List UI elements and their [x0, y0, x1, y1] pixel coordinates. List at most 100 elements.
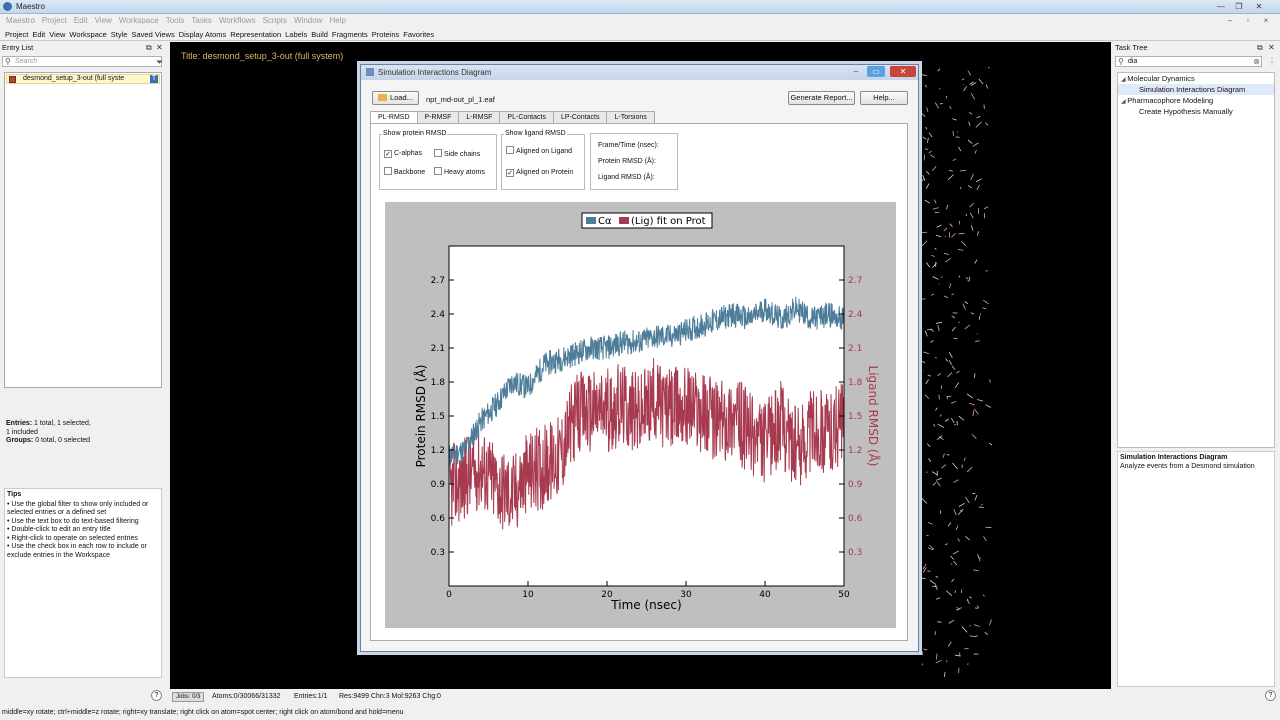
- entry-list[interactable]: desmond_setup_3-out (full syste T: [4, 72, 162, 388]
- tab-lp-contacts[interactable]: LP-Contacts: [552, 111, 608, 123]
- dialog-title-bar[interactable]: Simulation Interactions Diagram – ▭ ✕: [361, 65, 918, 80]
- tree-item-molecular-dynamics[interactable]: ◢ Molecular Dynamics: [1118, 73, 1274, 84]
- toolbar-menu-workspace[interactable]: Workspace: [69, 28, 110, 40]
- toolbar-menu-build[interactable]: Build: [311, 28, 332, 40]
- menu-project[interactable]: Project: [42, 15, 74, 27]
- clear-search-icon[interactable]: ⊗: [1253, 57, 1260, 67]
- bond-line: [966, 393, 973, 399]
- maximize-icon[interactable]: ▭: [867, 66, 885, 77]
- toolbar-menu-fragments[interactable]: Fragments: [332, 28, 372, 40]
- menu-scripts[interactable]: Scripts: [263, 15, 294, 27]
- bond-line: [928, 150, 932, 154]
- bond-line: [925, 148, 929, 151]
- close-icon[interactable]: ✕: [1268, 42, 1275, 54]
- bond-line: [925, 170, 930, 175]
- include-checkbox[interactable]: T: [150, 75, 158, 83]
- bond-line: [957, 508, 964, 515]
- tab-p-rmsf[interactable]: P-RMSF: [416, 111, 460, 123]
- aligned-on-protein-checkbox[interactable]: ✓ Aligned on Protein: [506, 168, 573, 177]
- minimize-icon[interactable]: –: [848, 66, 864, 77]
- menu-tools[interactable]: Tools: [166, 15, 192, 27]
- bond-line: [941, 464, 947, 469]
- close-icon[interactable]: ✕: [1252, 1, 1266, 12]
- menu-view[interactable]: View: [95, 15, 119, 27]
- close-icon[interactable]: ×: [1260, 15, 1272, 27]
- heavy-atoms-checkbox[interactable]: Heavy atoms: [434, 167, 485, 177]
- tree-item-simulation-interactions-diagram[interactable]: Simulation Interactions Diagram: [1118, 84, 1274, 95]
- toolbar-menu-labels[interactable]: Labels: [285, 28, 311, 40]
- c-alphas-checkbox[interactable]: ✓ C-alphas: [384, 149, 422, 158]
- close-icon[interactable]: ✕: [890, 66, 916, 77]
- bond-line: [946, 454, 950, 456]
- toolbar-menu-view[interactable]: View: [49, 28, 69, 40]
- tree-item-pharmacophore-modeling[interactable]: ◢ Pharmacophore Modeling: [1118, 95, 1274, 106]
- bond-line: [943, 671, 946, 678]
- task-search-input[interactable]: ⚲ dia ⊗: [1115, 56, 1262, 67]
- tab-l-rmsf[interactable]: L-RMSF: [458, 111, 501, 123]
- side-chains-checkbox[interactable]: Side chains: [434, 149, 480, 159]
- bond-line: [977, 231, 979, 236]
- entry-search-input[interactable]: ⚲ Search: [2, 56, 162, 67]
- menu-workflows[interactable]: Workflows: [219, 15, 263, 27]
- maximize-icon[interactable]: ❐: [1232, 1, 1246, 12]
- rmsd-chart[interactable]: 0 10 20 30 40 500.30.60.91.21.51.82.12.42.70.…: [385, 202, 896, 628]
- toolbar-menu-proteins[interactable]: Proteins: [372, 28, 404, 40]
- bond-line: [989, 379, 991, 383]
- list-item[interactable]: desmond_setup_3-out (full syste T: [6, 74, 160, 84]
- menu-workspace[interactable]: Workspace: [119, 15, 166, 27]
- bond-line: [934, 584, 938, 590]
- menu-maestro[interactable]: Maestro: [6, 15, 42, 27]
- bond-line: [945, 358, 949, 362]
- tab-pl-contacts[interactable]: PL-Contacts: [499, 111, 554, 123]
- options-icon[interactable]: ⋮: [1268, 57, 1276, 66]
- help-icon[interactable]: ?: [151, 690, 162, 701]
- bond-line: [932, 482, 937, 486]
- float-icon[interactable]: ⧉: [1257, 42, 1263, 54]
- x-axis-label: Time (nsec): [610, 598, 681, 612]
- toolbar-menu-edit[interactable]: Edit: [32, 28, 49, 40]
- minimize-icon[interactable]: —: [1214, 1, 1228, 12]
- backbone-checkbox[interactable]: Backbone: [384, 167, 425, 177]
- legend-swatch: [586, 217, 596, 224]
- load-button[interactable]: Load...: [372, 91, 419, 105]
- bond-line: [949, 106, 952, 110]
- menu-edit[interactable]: Edit: [74, 15, 95, 27]
- toolbar-menu-favorites[interactable]: Favorites: [403, 28, 438, 40]
- generate-report-button[interactable]: Generate Report...: [788, 91, 855, 105]
- aligned-on-ligand-checkbox[interactable]: Aligned on Ligand: [506, 146, 572, 156]
- float-icon[interactable]: ⧉: [146, 42, 152, 54]
- help-icon[interactable]: ?: [1265, 690, 1276, 701]
- bond-line: [958, 415, 965, 421]
- bond-line: [958, 321, 960, 324]
- toolbar-menu-representation[interactable]: Representation: [230, 28, 285, 40]
- tab-l-torsions[interactable]: L-Torsions: [606, 111, 655, 123]
- bond-line: [951, 315, 956, 319]
- tree-item-create-hypothesis-manually[interactable]: Create Hypothesis Manually: [1118, 106, 1274, 117]
- bond-line: [950, 401, 957, 404]
- bond-line: [922, 351, 930, 355]
- bond-line: [935, 321, 942, 324]
- help-button[interactable]: Help...: [860, 91, 908, 105]
- filter-icon[interactable]: ⏷: [156, 57, 163, 68]
- toolbar-menu-display-atoms[interactable]: Display Atoms: [179, 28, 231, 40]
- menu-tasks[interactable]: Tasks: [191, 15, 218, 27]
- minimize-icon[interactable]: –: [1224, 15, 1236, 27]
- bond-line: [983, 594, 985, 597]
- rmsd-plot[interactable]: 0 10 20 30 40 50 0.3 0.6 0.9 1.2 1.5 1.8 2.1 2.4 2.7 0.…: [385, 202, 896, 628]
- restore-icon[interactable]: ▫: [1242, 15, 1254, 27]
- task-tree[interactable]: ◢ Molecular Dynamics Simulation Interacti…: [1117, 72, 1275, 448]
- bond-line: [965, 213, 967, 217]
- bond-line: [926, 107, 929, 113]
- close-icon[interactable]: ✕: [156, 42, 163, 54]
- toolbar-menu-project[interactable]: Project: [5, 28, 32, 40]
- bond-line: [937, 423, 945, 428]
- menu-window[interactable]: Window: [294, 15, 329, 27]
- toolbar-menu-saved-views[interactable]: Saved Views: [131, 28, 178, 40]
- task-tree-panel: Task Tree ⧉ ✕ ⚲ dia ⊗ ⋮ ◢ Molecular Dyna…: [1113, 42, 1280, 687]
- jobs-button[interactable]: Jobs: 0/3: [172, 692, 205, 702]
- menu-help[interactable]: Help: [329, 15, 352, 27]
- toolbar-menu-style[interactable]: Style: [111, 28, 132, 40]
- y2-tick-label: 0.3: [848, 548, 862, 558]
- y2-tick-label: 0.6: [848, 514, 863, 524]
- tip-line: • Double-click to edit an entry title: [7, 526, 111, 533]
